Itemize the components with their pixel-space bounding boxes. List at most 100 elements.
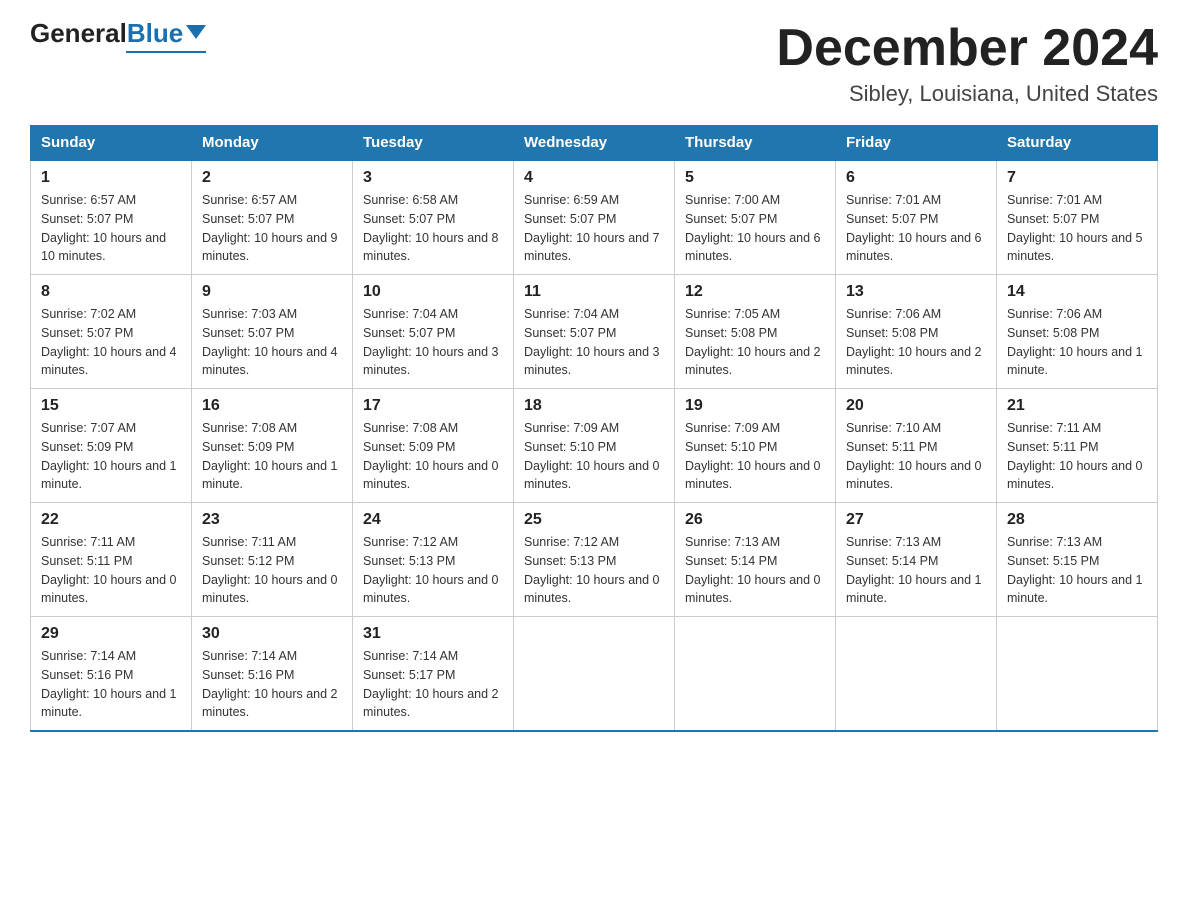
logo-blue-part: Blue <box>127 20 206 46</box>
day-info: Sunrise: 7:06 AMSunset: 5:08 PMDaylight:… <box>1007 305 1147 380</box>
day-number: 18 <box>524 397 664 415</box>
calendar-day-cell: 30 Sunrise: 7:14 AMSunset: 5:16 PMDayligh… <box>192 617 353 732</box>
day-number: 31 <box>363 625 503 643</box>
calendar-day-cell <box>514 617 675 732</box>
day-number: 2 <box>202 169 342 187</box>
weekday-header-monday: Monday <box>192 126 353 161</box>
logo: General Blue <box>30 20 206 53</box>
day-number: 7 <box>1007 169 1147 187</box>
day-info: Sunrise: 7:04 AMSunset: 5:07 PMDaylight:… <box>524 305 664 380</box>
page-header: General Blue December 2024 Sibley, Louis… <box>30 20 1158 107</box>
calendar-day-cell: 14 Sunrise: 7:06 AMSunset: 5:08 PMDayligh… <box>997 275 1158 389</box>
day-info: Sunrise: 7:01 AMSunset: 5:07 PMDaylight:… <box>846 191 986 266</box>
day-number: 20 <box>846 397 986 415</box>
day-number: 11 <box>524 283 664 301</box>
day-info: Sunrise: 7:03 AMSunset: 5:07 PMDaylight:… <box>202 305 342 380</box>
day-number: 29 <box>41 625 181 643</box>
location-title: Sibley, Louisiana, United States <box>776 81 1158 107</box>
day-info: Sunrise: 7:06 AMSunset: 5:08 PMDaylight:… <box>846 305 986 380</box>
calendar-day-cell: 31 Sunrise: 7:14 AMSunset: 5:17 PMDayligh… <box>353 617 514 732</box>
day-number: 5 <box>685 169 825 187</box>
day-number: 17 <box>363 397 503 415</box>
day-info: Sunrise: 7:14 AMSunset: 5:16 PMDaylight:… <box>41 647 181 722</box>
weekday-header-sunday: Sunday <box>31 126 192 161</box>
weekday-header-friday: Friday <box>836 126 997 161</box>
calendar-day-cell: 3 Sunrise: 6:58 AMSunset: 5:07 PMDaylight… <box>353 160 514 275</box>
day-number: 13 <box>846 283 986 301</box>
logo-general-text: General <box>30 20 127 46</box>
day-info: Sunrise: 7:00 AMSunset: 5:07 PMDaylight:… <box>685 191 825 266</box>
calendar-day-cell: 21Sunrise: 7:11 AMSunset: 5:11 PMDayligh… <box>997 389 1158 503</box>
day-info: Sunrise: 7:02 AMSunset: 5:07 PMDaylight:… <box>41 305 181 380</box>
calendar-table: SundayMondayTuesdayWednesdayThursdayFrid… <box>30 125 1158 732</box>
day-info: Sunrise: 7:01 AMSunset: 5:07 PMDaylight:… <box>1007 191 1147 266</box>
weekday-header-wednesday: Wednesday <box>514 126 675 161</box>
calendar-day-cell: 19Sunrise: 7:09 AMSunset: 5:10 PMDayligh… <box>675 389 836 503</box>
calendar-day-cell: 10 Sunrise: 7:04 AMSunset: 5:07 PMDayligh… <box>353 275 514 389</box>
day-number: 24 <box>363 511 503 529</box>
day-info: Sunrise: 7:05 AMSunset: 5:08 PMDaylight:… <box>685 305 825 380</box>
logo-underline <box>126 48 206 53</box>
calendar-day-cell: 9 Sunrise: 7:03 AMSunset: 5:07 PMDaylight… <box>192 275 353 389</box>
calendar-week-row: 15Sunrise: 7:07 AMSunset: 5:09 PMDayligh… <box>31 389 1158 503</box>
calendar-day-cell: 17 Sunrise: 7:08 AMSunset: 5:09 PMDayligh… <box>353 389 514 503</box>
day-number: 14 <box>1007 283 1147 301</box>
calendar-day-cell: 2 Sunrise: 6:57 AMSunset: 5:07 PMDaylight… <box>192 160 353 275</box>
weekday-header-row: SundayMondayTuesdayWednesdayThursdayFrid… <box>31 126 1158 161</box>
calendar-week-row: 8 Sunrise: 7:02 AMSunset: 5:07 PMDaylight… <box>31 275 1158 389</box>
calendar-day-cell: 12 Sunrise: 7:05 AMSunset: 5:08 PMDayligh… <box>675 275 836 389</box>
calendar-day-cell: 20 Sunrise: 7:10 AMSunset: 5:11 PMDayligh… <box>836 389 997 503</box>
day-info: Sunrise: 6:58 AMSunset: 5:07 PMDaylight:… <box>363 191 503 266</box>
day-info: Sunrise: 7:04 AMSunset: 5:07 PMDaylight:… <box>363 305 503 380</box>
day-info: Sunrise: 6:57 AMSunset: 5:07 PMDaylight:… <box>202 191 342 266</box>
day-info: Sunrise: 7:13 AMSunset: 5:14 PMDaylight:… <box>846 533 986 608</box>
day-number: 26 <box>685 511 825 529</box>
day-number: 4 <box>524 169 664 187</box>
calendar-day-cell: 27 Sunrise: 7:13 AMSunset: 5:14 PMDayligh… <box>836 503 997 617</box>
day-number: 1 <box>41 169 181 187</box>
day-info: Sunrise: 7:13 AMSunset: 5:15 PMDaylight:… <box>1007 533 1147 608</box>
day-info: Sunrise: 7:10 AMSunset: 5:11 PMDaylight:… <box>846 419 986 494</box>
day-info: Sunrise: 7:14 AMSunset: 5:17 PMDaylight:… <box>363 647 503 722</box>
calendar-day-cell: 29 Sunrise: 7:14 AMSunset: 5:16 PMDayligh… <box>31 617 192 732</box>
weekday-header-tuesday: Tuesday <box>353 126 514 161</box>
day-number: 12 <box>685 283 825 301</box>
day-number: 9 <box>202 283 342 301</box>
logo-triangle-icon <box>186 25 206 39</box>
day-info: Sunrise: 7:11 AMSunset: 5:11 PMDaylight:… <box>41 533 181 608</box>
day-number: 16 <box>202 397 342 415</box>
calendar-day-cell <box>675 617 836 732</box>
calendar-day-cell: 11 Sunrise: 7:04 AMSunset: 5:07 PMDayligh… <box>514 275 675 389</box>
calendar-day-cell <box>836 617 997 732</box>
day-number: 27 <box>846 511 986 529</box>
weekday-header-saturday: Saturday <box>997 126 1158 161</box>
day-number: 10 <box>363 283 503 301</box>
day-number: 15 <box>41 397 181 415</box>
day-info: Sunrise: 7:14 AMSunset: 5:16 PMDaylight:… <box>202 647 342 722</box>
day-number: 23 <box>202 511 342 529</box>
day-info: Sunrise: 7:08 AMSunset: 5:09 PMDaylight:… <box>363 419 503 494</box>
calendar-day-cell: 28 Sunrise: 7:13 AMSunset: 5:15 PMDayligh… <box>997 503 1158 617</box>
day-info: Sunrise: 7:12 AMSunset: 5:13 PMDaylight:… <box>524 533 664 608</box>
calendar-day-cell: 26Sunrise: 7:13 AMSunset: 5:14 PMDayligh… <box>675 503 836 617</box>
day-info: Sunrise: 7:09 AMSunset: 5:10 PMDaylight:… <box>524 419 664 494</box>
calendar-body: 1 Sunrise: 6:57 AMSunset: 5:07 PMDaylight… <box>31 160 1158 731</box>
calendar-week-row: 22 Sunrise: 7:11 AMSunset: 5:11 PMDayligh… <box>31 503 1158 617</box>
day-number: 19 <box>685 397 825 415</box>
day-number: 8 <box>41 283 181 301</box>
title-area: December 2024 Sibley, Louisiana, United … <box>776 20 1158 107</box>
day-number: 28 <box>1007 511 1147 529</box>
day-number: 3 <box>363 169 503 187</box>
logo-blue-text: Blue <box>127 20 183 46</box>
calendar-day-cell: 8 Sunrise: 7:02 AMSunset: 5:07 PMDaylight… <box>31 275 192 389</box>
calendar-day-cell: 24 Sunrise: 7:12 AMSunset: 5:13 PMDayligh… <box>353 503 514 617</box>
calendar-day-cell: 5 Sunrise: 7:00 AMSunset: 5:07 PMDaylight… <box>675 160 836 275</box>
calendar-day-cell: 25 Sunrise: 7:12 AMSunset: 5:13 PMDayligh… <box>514 503 675 617</box>
day-number: 21 <box>1007 397 1147 415</box>
calendar-day-cell: 1Sunrise: 6:57 AMSunset: 5:07 PMDaylight… <box>31 160 192 275</box>
day-number: 25 <box>524 511 664 529</box>
calendar-day-cell: 13 Sunrise: 7:06 AMSunset: 5:08 PMDayligh… <box>836 275 997 389</box>
day-number: 30 <box>202 625 342 643</box>
day-info: Sunrise: 7:12 AMSunset: 5:13 PMDaylight:… <box>363 533 503 608</box>
day-number: 22 <box>41 511 181 529</box>
